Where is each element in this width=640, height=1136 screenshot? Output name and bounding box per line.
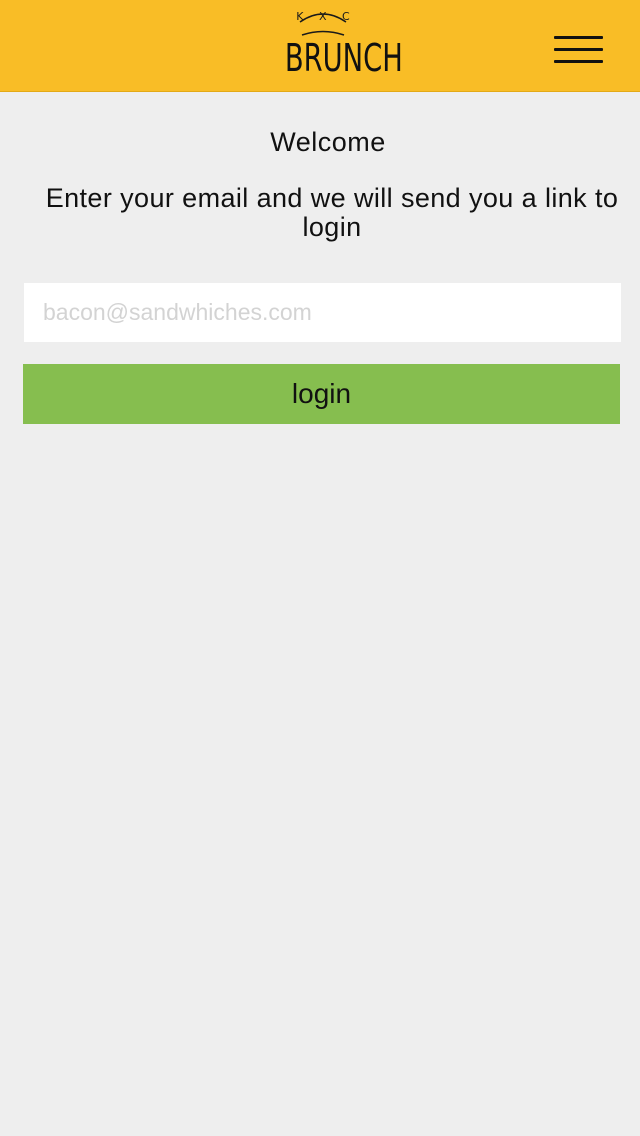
menu-bar-middle [554,48,603,51]
email-field[interactable] [24,283,621,342]
welcome-heading: Welcome [270,127,386,157]
logo-brunch-text: BRUNCH [284,36,403,80]
login-instructions: Enter your email and we will send you a … [45,183,619,242]
logo-kxc-text: K X C [296,10,356,23]
menu-bar-top [554,36,603,39]
menu-bar-bottom [554,60,603,63]
brunch-logo[interactable]: K X C BRUNCH [270,8,403,84]
app-header: K X C BRUNCH [0,0,640,92]
login-button[interactable]: login [23,364,620,424]
hamburger-menu-icon[interactable] [554,36,604,66]
